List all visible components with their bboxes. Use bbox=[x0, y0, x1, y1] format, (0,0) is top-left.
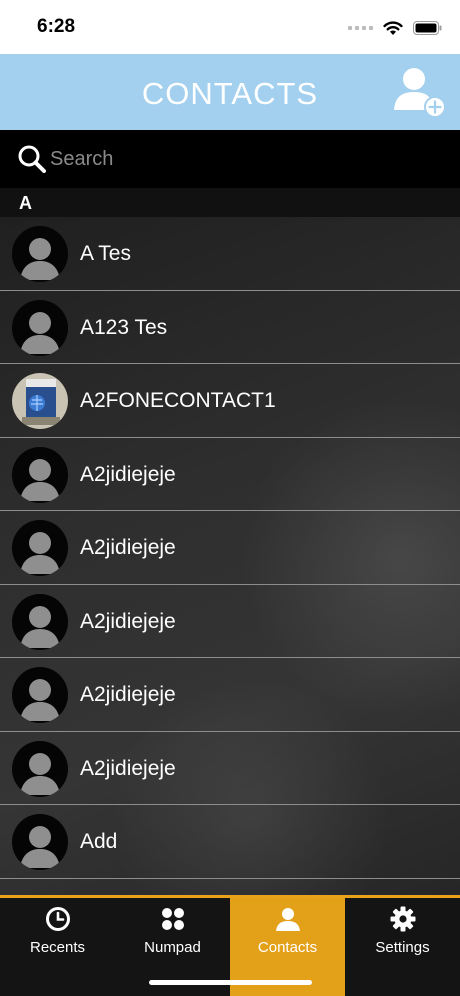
contact-row[interactable]: A2jidiejeje bbox=[0, 511, 460, 585]
default-avatar-icon bbox=[12, 667, 68, 723]
tab-label: Recents bbox=[29, 939, 86, 956]
contact-name: A2jidiejeje bbox=[80, 536, 176, 559]
contact-row[interactable]: A Tes bbox=[0, 217, 460, 291]
contact-name: A2FONECONTACT1 bbox=[80, 389, 276, 412]
person-icon bbox=[275, 906, 301, 932]
default-avatar-icon bbox=[12, 226, 68, 282]
add-contact-button[interactable] bbox=[394, 64, 448, 120]
tab-label: Settings bbox=[375, 939, 430, 956]
contact-row[interactable]: A2jidiejeje bbox=[0, 658, 460, 732]
contact-name: A2jidiejeje bbox=[80, 462, 176, 486]
contact-row[interactable]: A2FONECONTACT1 bbox=[0, 364, 460, 438]
status-time: 6:28 bbox=[37, 16, 76, 37]
contact-row[interactable]: A123 Tes bbox=[0, 291, 460, 364]
contact-row[interactable]: A2jidiejeje bbox=[0, 732, 460, 805]
contact-name: A Tes bbox=[80, 242, 131, 265]
clock-icon bbox=[45, 906, 71, 932]
tab-label: Numpad bbox=[144, 939, 201, 956]
default-avatar-icon bbox=[12, 520, 68, 576]
battery-icon bbox=[413, 21, 442, 35]
contact-name: A123 Tes bbox=[80, 315, 168, 339]
default-avatar-icon bbox=[12, 814, 68, 870]
numpad-icon bbox=[160, 906, 186, 932]
search-bar bbox=[0, 130, 460, 188]
gear-icon bbox=[390, 906, 416, 932]
page-title: CONTACTS bbox=[141, 76, 319, 111]
contact-row[interactable]: Add bbox=[0, 805, 460, 879]
default-avatar-icon bbox=[12, 740, 68, 797]
tab-label: Contacts bbox=[257, 939, 318, 956]
contact-name: A2jidiejeje bbox=[80, 756, 176, 780]
search-input[interactable] bbox=[50, 144, 430, 174]
contact-list[interactable]: A Tes A123 Tes A2FONECONTACT1 A2jidiejeje A2… bbox=[0, 217, 460, 895]
contact-photo-avatar bbox=[12, 373, 68, 429]
status-icons bbox=[348, 19, 442, 37]
contact-name: A2jidiejeje bbox=[80, 683, 176, 706]
header-bar: CONTACTS bbox=[0, 54, 460, 130]
default-avatar-icon bbox=[12, 446, 68, 503]
contact-name: A2jidiejeje bbox=[80, 609, 176, 633]
section-header: A bbox=[0, 188, 460, 217]
home-indicator bbox=[149, 980, 312, 985]
search-icon bbox=[18, 145, 46, 173]
status-bar: 6:28 bbox=[0, 0, 460, 54]
cellular-signal-icon bbox=[348, 26, 373, 30]
wifi-icon bbox=[383, 21, 403, 35]
contact-row[interactable]: A2jidiejeje bbox=[0, 585, 460, 658]
default-avatar-icon bbox=[12, 593, 68, 650]
default-avatar-icon bbox=[12, 299, 68, 356]
contact-row[interactable]: A2jidiejeje bbox=[0, 438, 460, 511]
add-contact-icon bbox=[394, 68, 446, 118]
tab-settings[interactable]: Settings bbox=[345, 898, 460, 996]
tab-recents[interactable]: Recents bbox=[0, 898, 115, 996]
contact-name: Add bbox=[80, 830, 118, 853]
section-letter: A bbox=[19, 193, 32, 213]
